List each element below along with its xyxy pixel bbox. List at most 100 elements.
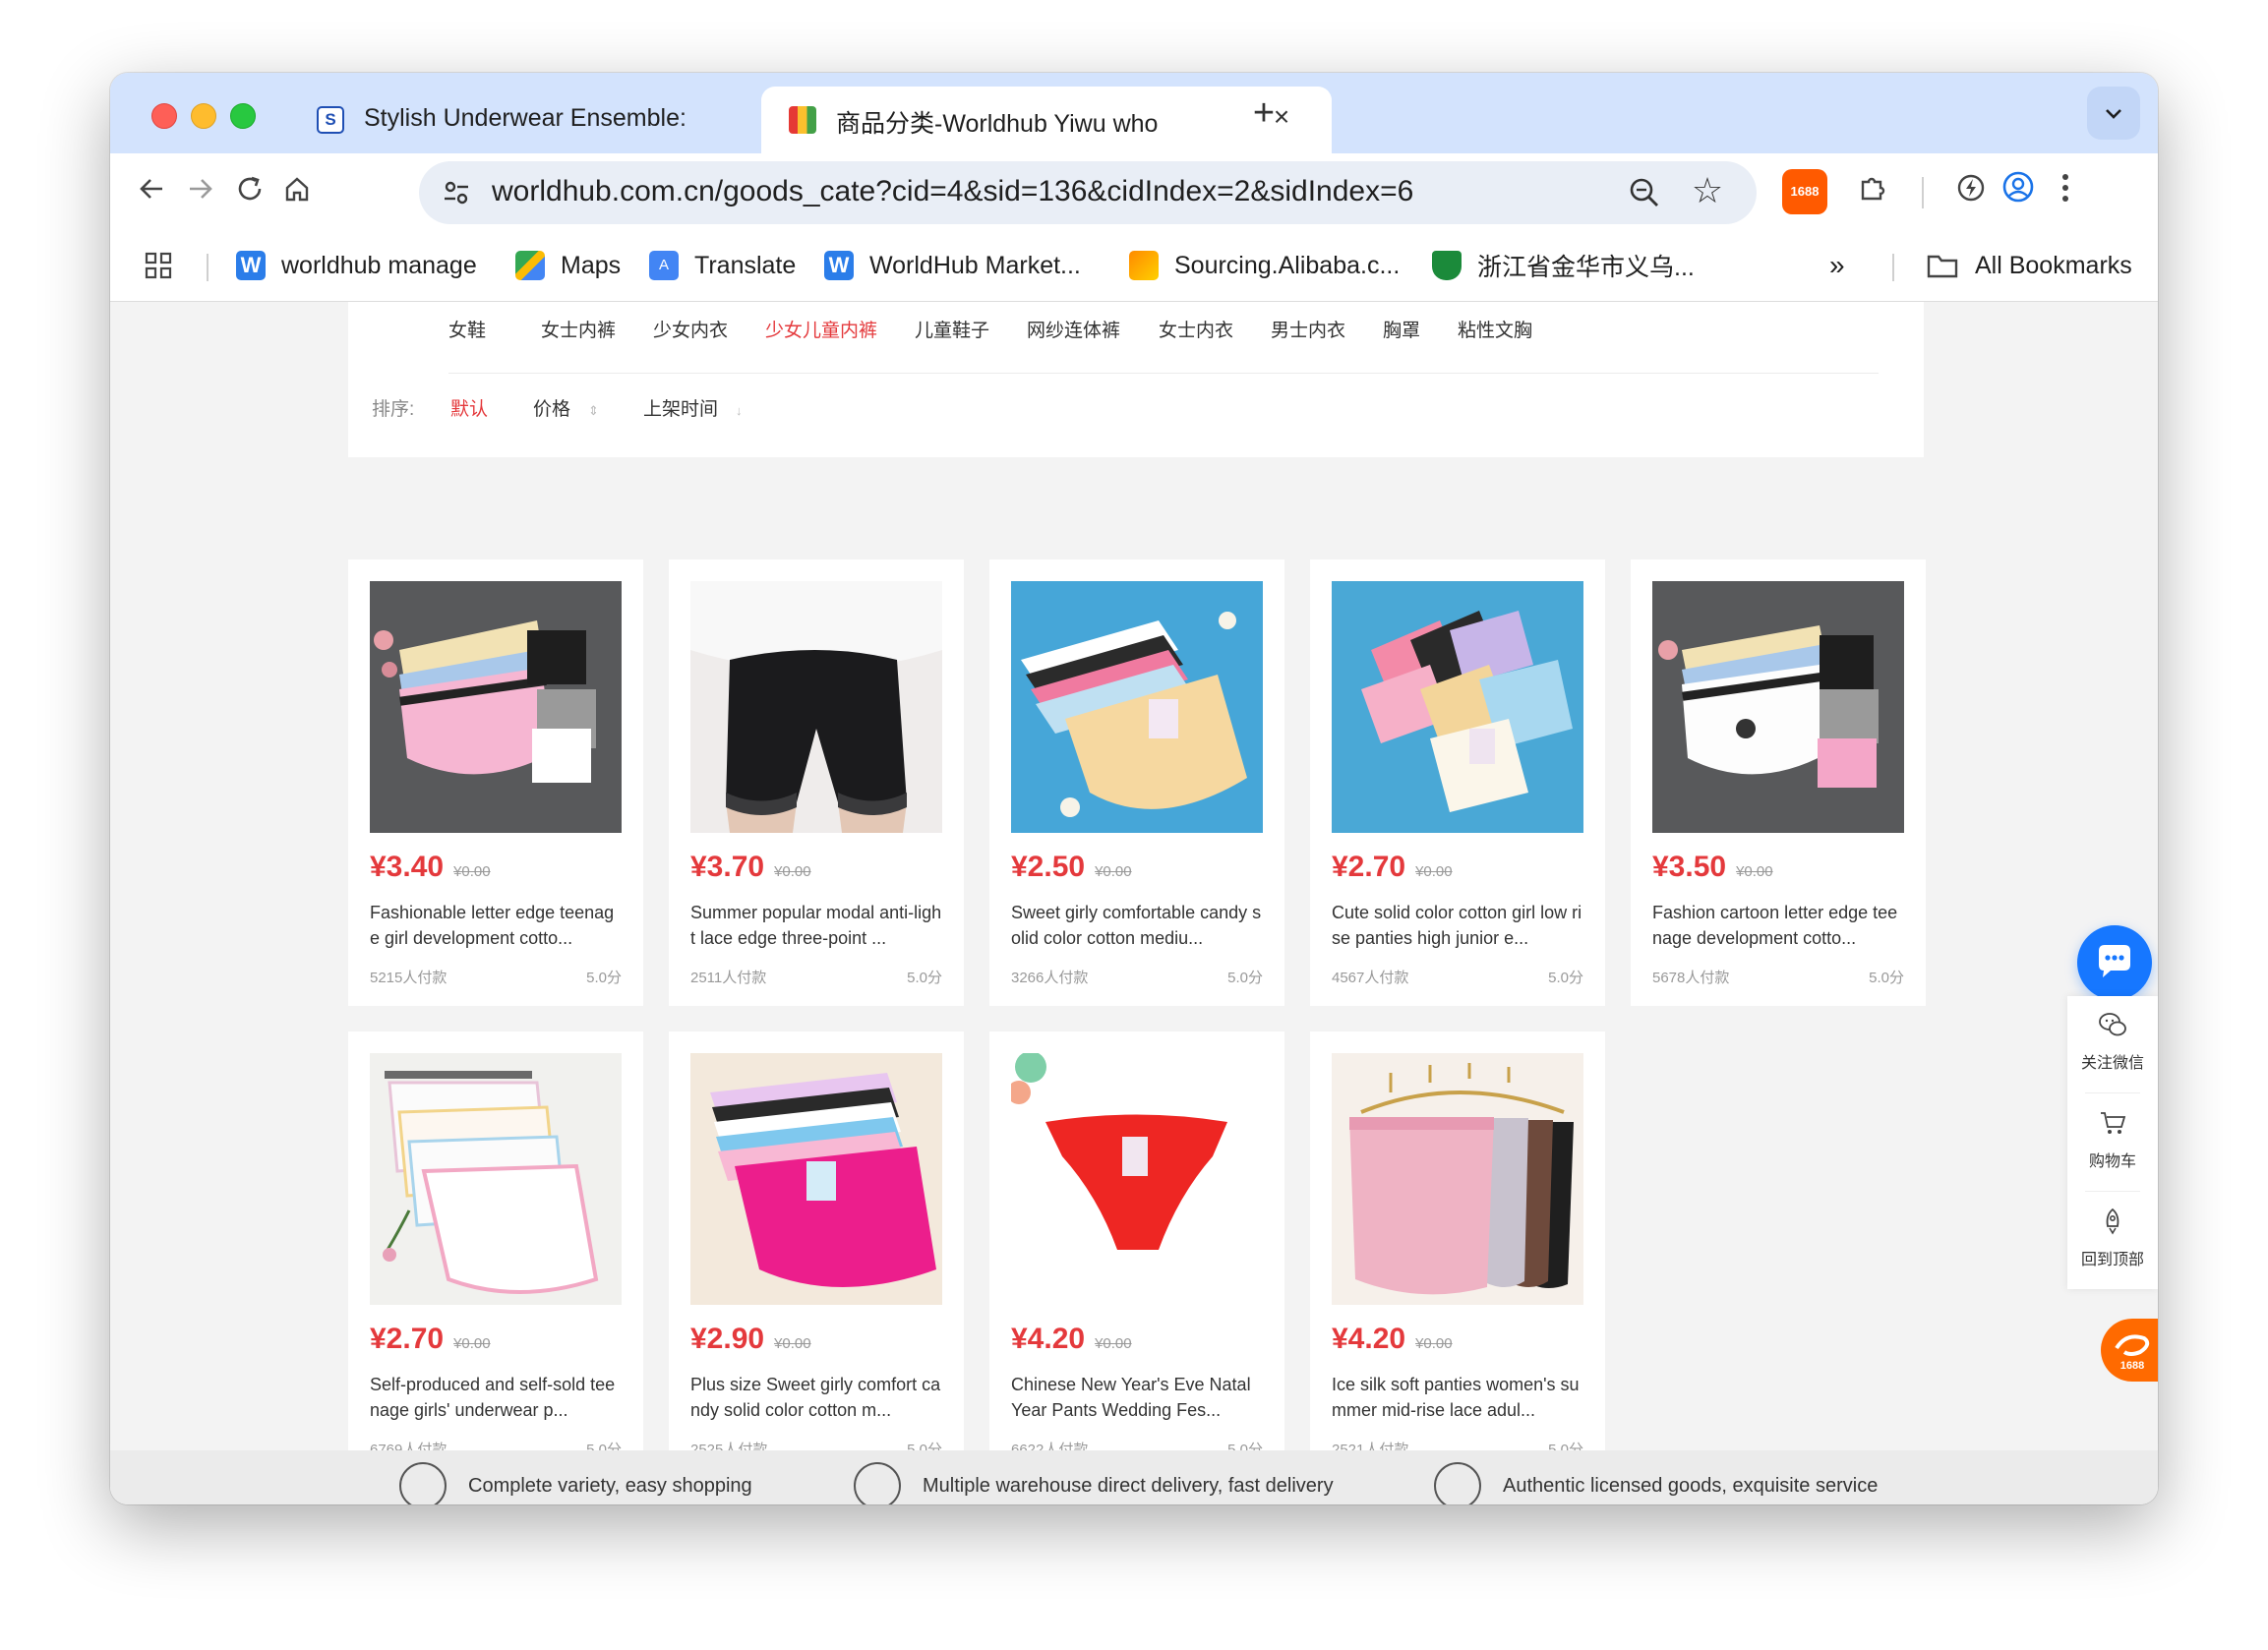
product-name[interactable]: Plus size Sweet girly comfort candy soli… — [690, 1372, 942, 1423]
product-image[interactable] — [1652, 581, 1904, 833]
more-bookmarks-button[interactable]: » — [1829, 242, 1845, 289]
forward-arrow-icon — [190, 179, 212, 199]
product-card[interactable]: ¥4.20 ¥0.00 Chinese New Year's Eve Natal … — [989, 1031, 1284, 1478]
bookmark-maps[interactable]: Maps — [515, 242, 621, 289]
product-image[interactable] — [370, 581, 622, 833]
sort-listing-time[interactable]: 上架时间 ↓ — [643, 394, 743, 421]
product-name[interactable]: Summer popular modal anti-light lace edg… — [690, 900, 942, 951]
reload-button[interactable] — [224, 167, 275, 218]
bookmark-zhejiang[interactable]: 浙江省金华市义乌... — [1432, 242, 1695, 289]
maps-icon — [515, 251, 545, 280]
product-card[interactable]: ¥4.20 ¥0.00 Ice silk soft panties women's… — [1310, 1031, 1605, 1478]
back-button[interactable] — [126, 167, 177, 218]
product-card[interactable]: ¥2.70 ¥0.00 Cute solid color cotton girl … — [1310, 560, 1605, 1006]
product-card[interactable]: ¥2.70 ¥0.00 Self-produced and self-sold t… — [348, 1031, 643, 1478]
category-women-underwear[interactable]: 女士内衣 — [1159, 316, 1233, 342]
apps-button[interactable] — [144, 242, 173, 289]
performance-button[interactable] — [1945, 167, 1997, 218]
close-window-button[interactable] — [151, 103, 177, 129]
product-image[interactable] — [1011, 1053, 1263, 1305]
product-image[interactable] — [1332, 581, 1583, 833]
bookmark-star-icon[interactable]: ☆ — [1686, 169, 1729, 212]
menu-button[interactable] — [2040, 167, 2091, 218]
original-price: ¥0.00 — [453, 863, 491, 880]
category-men-underwear[interactable]: 男士内衣 — [1271, 316, 1345, 342]
side-divider — [2085, 1191, 2140, 1192]
forward-button[interactable] — [175, 167, 226, 218]
category-bra[interactable]: 胸罩 — [1383, 316, 1420, 342]
sort-default[interactable]: 默认 — [450, 394, 488, 421]
folder-icon — [1927, 255, 1958, 278]
bookmark-label: Sourcing.Alibaba.c... — [1174, 251, 1401, 279]
back-arrow-icon — [140, 179, 162, 199]
product-name[interactable]: Chinese New Year's Eve Natal Year Pants … — [1011, 1372, 1263, 1423]
product-card[interactable]: ¥3.40 ¥0.00 Fashionable letter edge teena… — [348, 560, 643, 1006]
product-name[interactable]: Sweet girly comfortable candy solid colo… — [1011, 900, 1263, 951]
extension-1688-icon[interactable]: 1688 — [1782, 169, 1827, 214]
product-image[interactable] — [1332, 1053, 1583, 1305]
category-girls-bra[interactable]: 少女内衣 — [653, 316, 728, 342]
footer-label: Multiple warehouse direct delivery, fast… — [923, 1474, 1334, 1497]
product-card[interactable]: ¥3.50 ¥0.00 Fashion cartoon letter edge t… — [1631, 560, 1926, 1006]
product-image[interactable] — [370, 1053, 622, 1305]
category-adhesive-bra[interactable]: 粘性文胸 — [1458, 316, 1532, 342]
sort-price-label: 价格 — [533, 399, 571, 420]
category-divider — [448, 373, 1879, 374]
bookmark-worldhub-manage[interactable]: Wworldhub manage — [236, 242, 477, 289]
category-girls-kids-panties[interactable]: 少女儿童内裤 — [765, 316, 877, 342]
chat-button[interactable] — [2077, 925, 2152, 1000]
product-name[interactable]: Fashion cartoon letter edge teenage deve… — [1652, 900, 1904, 951]
extensions-button[interactable] — [1847, 167, 1898, 218]
zoom-icon[interactable] — [1623, 171, 1666, 214]
rocket-icon — [2106, 1208, 2119, 1235]
product-price: ¥4.20 ¥0.00 — [1332, 1323, 1453, 1356]
side-label: 关注微信 — [2080, 1055, 2144, 1072]
category-kids-shoes[interactable]: 儿童鞋子 — [915, 316, 989, 342]
site-settings-icon[interactable] — [441, 177, 472, 208]
cart-button[interactable]: 购物车 — [2067, 1094, 2158, 1189]
sort-price[interactable]: 价格 ⇕ — [533, 394, 599, 421]
category-women-panties[interactable]: 女士内裤 — [541, 316, 616, 342]
product-name[interactable]: Self-produced and self-sold teenage girl… — [370, 1372, 622, 1423]
product-name[interactable]: Cute solid color cotton girl low rise pa… — [1332, 900, 1583, 951]
browser-window: S Stylish Underwear Ensemble: × 商品分类-Wor… — [110, 73, 2158, 1504]
truck-icon — [854, 1462, 901, 1504]
worldhub-favicon-icon: S — [317, 106, 344, 134]
product-image[interactable] — [690, 581, 942, 833]
tab-search-button[interactable] — [2087, 87, 2140, 140]
original-price: ¥0.00 — [1095, 863, 1132, 880]
price-value: ¥2.50 — [1011, 851, 1086, 883]
product-image[interactable] — [1011, 581, 1263, 833]
maximize-window-button[interactable] — [230, 103, 256, 129]
follow-wechat-button[interactable]: 关注微信 — [2067, 996, 2158, 1090]
all-bookmarks-button[interactable]: All Bookmarks — [1926, 242, 2132, 289]
alibaba-1688-badge[interactable]: 1688 — [2101, 1319, 2158, 1382]
cart-icon — [2101, 1112, 2126, 1134]
footer-services: Complete variety, easy shopping Multiple… — [110, 1450, 2158, 1504]
category-mesh-bodysuit[interactable]: 网纱连体裤 — [1027, 316, 1120, 342]
bookmark-translate[interactable]: A Translate — [649, 242, 796, 289]
product-name[interactable]: Fashionable letter edge teenage girl dev… — [370, 900, 622, 951]
product-price: ¥2.70 ¥0.00 — [370, 1323, 491, 1356]
profile-button[interactable] — [1993, 167, 2044, 218]
bookmark-sourcing-alibaba[interactable]: Sourcing.Alibaba.c... — [1129, 242, 1400, 289]
product-card[interactable]: ¥2.90 ¥0.00 Plus size Sweet girly comfort… — [669, 1031, 964, 1478]
ext-label: 1688 — [1790, 184, 1820, 199]
product-price: ¥4.20 ¥0.00 — [1011, 1323, 1132, 1356]
address-bar[interactable]: worldhub.com.cn/goods_cate?cid=4&sid=136… — [419, 161, 1757, 224]
category-filter-panel: 女鞋 女士内裤 少女内衣 少女儿童内裤 儿童鞋子 网纱连体裤 女士内衣 男士内衣… — [348, 302, 1924, 457]
footer-item: Multiple warehouse direct delivery, fast… — [854, 1462, 1334, 1504]
back-to-top-button[interactable]: 回到顶部 — [2067, 1193, 2158, 1287]
product-card[interactable]: ¥2.50 ¥0.00 Sweet girly comfortable candy… — [989, 560, 1284, 1006]
new-tab-button[interactable]: + — [1241, 90, 1286, 136]
home-button[interactable] — [271, 167, 323, 218]
alibaba-icon — [2115, 1334, 2150, 1356]
product-image[interactable] — [690, 1053, 942, 1305]
product-name[interactable]: Ice silk soft panties women's summer mid… — [1332, 1372, 1583, 1423]
product-card[interactable]: ¥3.70 ¥0.00 Summer popular modal anti-lig… — [669, 560, 964, 1006]
bookmark-worldhub-market[interactable]: W WorldHub Market... — [824, 242, 1081, 289]
product-photo — [370, 581, 622, 833]
minimize-window-button[interactable] — [191, 103, 216, 129]
bookmark-label: Translate — [694, 251, 797, 279]
category-nvxie[interactable]: 女鞋 — [448, 316, 486, 342]
